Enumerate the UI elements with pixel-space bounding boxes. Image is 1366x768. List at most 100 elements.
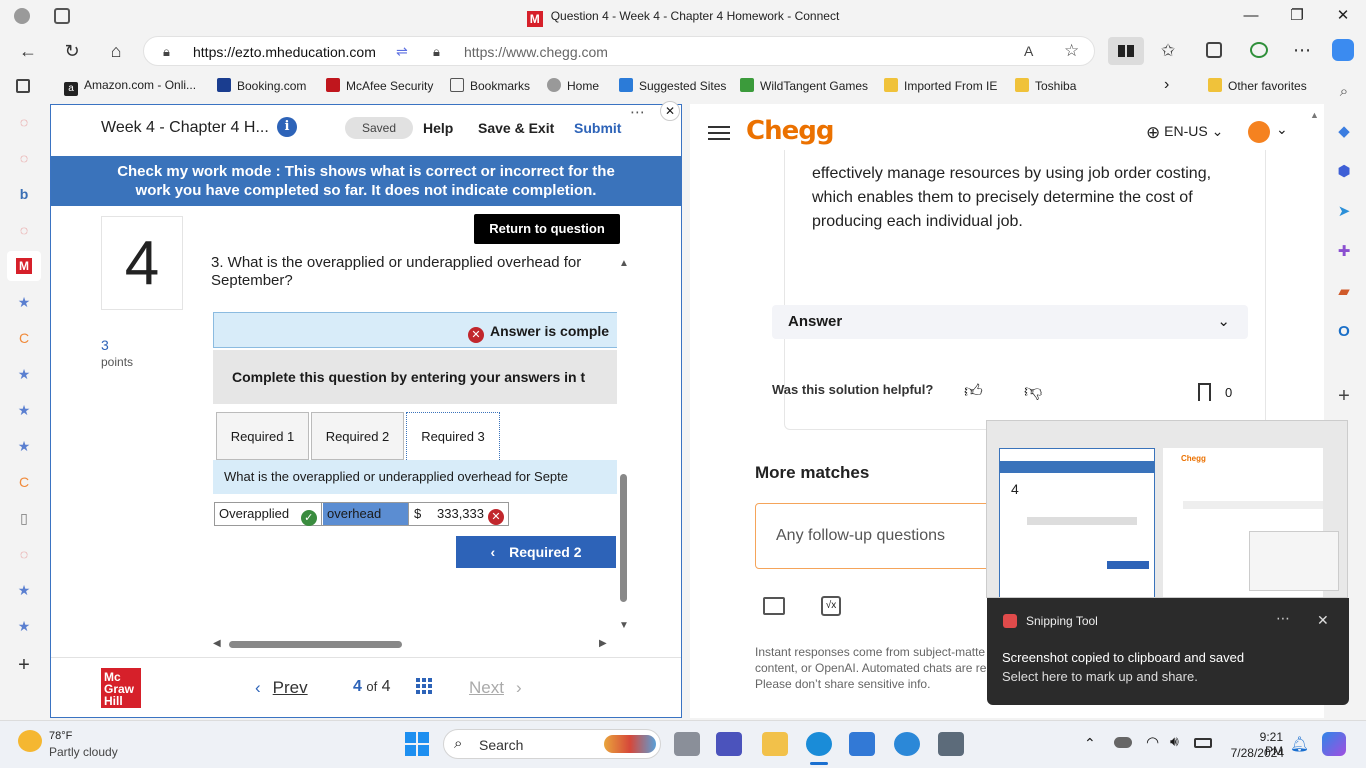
next-button[interactable]: Next › [469,678,522,698]
bookmark-home[interactable]: Home [547,78,599,93]
answer-accordion[interactable]: Answer ⌄ [772,305,1248,339]
start-windows-icon[interactable] [405,732,429,756]
chegg-logo[interactable]: Chegg [746,116,834,146]
bookmark-imported[interactable]: Imported From IE [884,78,997,93]
bookmark-amazon[interactable]: a Amazon.com - Onli... [64,78,196,96]
help-app-icon[interactable] [894,732,920,756]
search-icon[interactable]: ⌕ [1334,82,1354,102]
read-aloud-icon[interactable]: A [1024,43,1033,59]
avatar[interactable] [1248,121,1270,143]
tab-icon[interactable]: C [15,329,33,347]
new-tab-icon[interactable]: + [15,655,33,675]
tab-icon[interactable]: ★ [15,437,33,455]
home-icon[interactable]: ⌂ [104,40,128,62]
thumbs-up-icon[interactable]: 👍︎ [964,380,983,402]
tab-required-3[interactable]: Required 3 [406,412,500,460]
split-screen-button[interactable] [1108,37,1144,65]
favorite-star-icon[interactable]: ☆ [1064,41,1079,61]
sidebar-tabs-icon[interactable] [16,79,30,93]
tray-chevron-icon[interactable]: ⌃ [1084,735,1096,752]
games-icon[interactable]: ✚ [1334,242,1354,262]
edge-icon[interactable] [806,732,832,756]
tab-icon[interactable]: ★ [15,581,33,599]
overapplied-select[interactable]: Overapplied ✓ [215,503,322,526]
chegg-scroll-up-icon[interactable]: ▲ [1310,110,1319,120]
help-link[interactable]: Help [423,120,453,136]
copilot-taskbar-icon[interactable] [1322,732,1346,756]
tab-icon[interactable]: ★ [15,401,33,419]
toast-close-icon[interactable]: ✕ [1317,612,1329,629]
collections-icon[interactable] [1206,42,1222,58]
submit-link[interactable]: Submit [574,120,621,136]
tab-icon[interactable]: ★ [15,365,33,383]
browser-essentials-icon[interactable] [1250,42,1268,58]
screenshot-thumbnail[interactable]: 4 Chegg [986,420,1348,598]
clock-date[interactable]: 7/28/2024 [1222,746,1284,760]
weather-temp[interactable]: 78°F [49,730,72,742]
onedrive-icon[interactable] [1114,737,1132,748]
close-window-button[interactable]: ✕ [1332,6,1354,26]
bookmark-suggested[interactable]: Suggested Sites [619,78,726,93]
tab-icon[interactable]: ◌ [15,221,33,239]
prev-button[interactable]: ‹ Prev [255,678,308,698]
outlook-icon[interactable]: O [1334,322,1354,342]
vertical-scrollbar[interactable] [620,474,627,602]
tools-icon[interactable]: ▰ [1334,282,1354,302]
scroll-right-icon[interactable]: ▶ [599,638,607,649]
toast-more-icon[interactable]: ⋯ [1276,610,1290,627]
language-selector[interactable]: ⊕ EN-US ⌄ [1146,123,1223,143]
task-view-icon[interactable] [674,732,700,756]
tab-required-2[interactable]: Required 2 [311,412,404,460]
hamburger-menu-icon[interactable] [708,122,730,140]
shopping-icon[interactable]: ◆ [1334,122,1354,142]
image-upload-icon[interactable] [763,597,785,615]
bookmark-wildtangent[interactable]: WildTangent Games [740,78,868,93]
tab-icon[interactable]: ★ [15,617,33,635]
split-link-icon[interactable]: ⇌ [396,43,408,60]
scroll-down-icon[interactable]: ▼ [619,620,629,631]
weather-desc[interactable]: Partly cloudy [49,745,118,759]
file-explorer-icon[interactable] [762,732,788,756]
bookmark-other[interactable]: Other favorites [1208,78,1307,93]
favorites-icon[interactable]: ✩ [1161,41,1175,61]
back-required-2-button[interactable]: ‹ Required 2 [456,536,616,568]
bookmark-mcafee[interactable]: McAfee Security [326,78,433,93]
scroll-up-icon[interactable]: ▲ [619,258,629,269]
tab-icon[interactable]: ▯ [15,509,33,527]
info-icon[interactable]: i [277,117,297,137]
pane-close-icon[interactable]: ✕ [660,101,680,121]
battery-icon[interactable] [1194,738,1212,748]
tab-icon[interactable]: b [15,185,33,203]
refresh-icon[interactable]: ↻ [60,40,84,62]
tab-icon[interactable]: ◌ [15,113,33,131]
tab-icon[interactable]: ◌ [15,149,33,167]
bookmark-bookmarks[interactable]: Bookmarks [450,78,530,93]
store-icon[interactable] [849,732,875,756]
tab-icon[interactable]: C [15,473,33,491]
back-icon[interactable]: ← [16,40,40,62]
weather-icon[interactable] [18,730,42,752]
bookmark-toshiba[interactable]: Toshiba [1015,78,1076,93]
tab-icon[interactable]: ◌ [15,545,33,563]
amount-input[interactable]: 333,333 [424,503,486,525]
chevron-down-icon[interactable]: ⌄ [1276,121,1288,138]
return-to-question-button[interactable]: Return to question [474,214,620,244]
chevron-right-icon[interactable]: › [1164,76,1169,94]
url-left[interactable]: https://ezto.mheducation.com [193,44,376,60]
volume-icon[interactable]: 🔊︎ [1170,733,1179,750]
horizontal-scrollbar[interactable] [229,641,402,648]
copilot-icon[interactable] [1332,39,1354,61]
bookmark-icon[interactable] [1198,383,1211,401]
taskbar-search[interactable]: ⌕ Search [443,729,661,759]
save-exit-link[interactable]: Save & Exit [478,120,554,136]
grid-icon[interactable] [415,677,433,695]
minimize-button[interactable]: — [1240,6,1262,26]
pane-more-icon[interactable]: ⋯ [630,103,645,121]
url-right[interactable]: https://www.chegg.com [464,44,608,60]
wifi-icon[interactable]: ◠ [1146,733,1159,751]
math-input-icon[interactable]: √x [821,596,841,616]
tab-active[interactable]: M [7,251,41,281]
calculator-icon[interactable] [938,732,964,756]
send-icon[interactable]: ➤ [1334,202,1354,222]
scroll-left-icon[interactable]: ◀ [213,638,221,649]
